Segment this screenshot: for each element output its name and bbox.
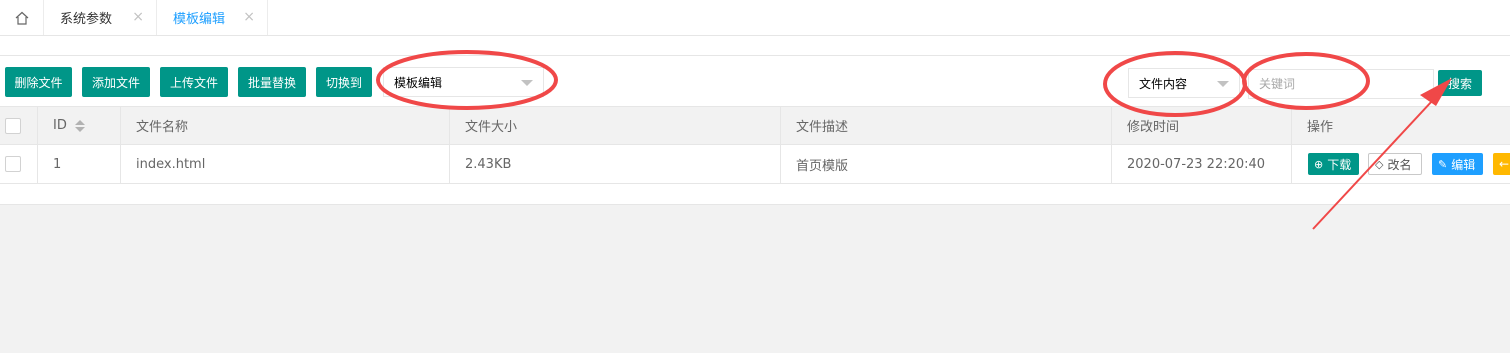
header-name: 文件名称	[121, 107, 450, 144]
cell-id: 1	[38, 145, 121, 183]
pencil-icon: ✎	[1438, 157, 1448, 171]
row-checkbox-cell	[0, 145, 38, 183]
header-actions: 操作	[1292, 107, 1510, 144]
cell-size: 2.43KB	[450, 145, 781, 183]
switch-target-select[interactable]: 模板编辑	[383, 67, 544, 97]
spacer	[0, 36, 1510, 55]
arrow-left-icon: ←	[1499, 157, 1510, 171]
header-label: 文件大小	[465, 120, 518, 135]
download-button[interactable]: ⊕ 下载	[1308, 153, 1359, 175]
delete-file-button[interactable]: 删除文件	[5, 67, 72, 97]
cell-mtime: 2020-07-23 22:20:40	[1112, 145, 1292, 183]
home-tab[interactable]	[0, 0, 44, 35]
button-label: 下载	[1327, 157, 1352, 172]
select-value: 文件内容	[1139, 76, 1188, 91]
header-mtime: 修改时间	[1112, 107, 1292, 144]
batch-replace-button[interactable]: 批量替换	[238, 67, 306, 97]
cell-desc: 首页模版	[781, 145, 1112, 183]
add-file-button[interactable]: 添加文件	[82, 67, 150, 97]
search-button[interactable]: 搜索	[1438, 70, 1482, 96]
cell-name: index.html	[121, 145, 450, 183]
header-label: 文件描述	[796, 120, 849, 135]
close-icon[interactable]: ×	[132, 9, 144, 25]
upload-file-button[interactable]: 上传文件	[160, 67, 228, 97]
keyword-input[interactable]	[1248, 69, 1434, 99]
home-icon	[15, 11, 28, 25]
close-icon[interactable]: ×	[243, 9, 255, 25]
button-label: 改名	[1387, 157, 1412, 172]
header-label: 修改时间	[1127, 120, 1180, 135]
chevron-down-icon	[521, 80, 533, 86]
header-desc: 文件描述	[781, 107, 1112, 144]
tab-system-params[interactable]: 系统参数 ×	[44, 0, 157, 35]
table-row: 1 index.html 2.43KB 首页模版 2020-07-23 22:2…	[0, 145, 1510, 184]
sort-icon[interactable]	[74, 119, 85, 132]
more-action-button[interactable]: ←	[1493, 153, 1510, 175]
header-label: 操作	[1307, 120, 1334, 135]
header-checkbox-cell	[0, 107, 38, 144]
select-value: 模板编辑	[394, 75, 443, 90]
header-size: 文件大小	[450, 107, 781, 144]
header-id[interactable]: ID	[38, 107, 121, 144]
switch-to-button[interactable]: 切换到	[316, 67, 372, 97]
tab-label: 模板编辑	[173, 12, 226, 27]
download-icon: ⊕	[1314, 157, 1324, 171]
tab-label: 系统参数	[60, 12, 113, 27]
row-checkbox[interactable]	[5, 156, 21, 172]
search-field-select[interactable]: 文件内容	[1128, 68, 1240, 98]
tab-template-edit[interactable]: 模板编辑 ×	[157, 0, 268, 35]
rename-button[interactable]: ◇ 改名	[1368, 153, 1422, 175]
edit-button[interactable]: ✎ 编辑	[1432, 153, 1483, 175]
toolbar: 删除文件 添加文件 上传文件 批量替换 切换到 模板编辑 文件内容 搜索	[0, 56, 1510, 106]
chevron-down-icon	[1217, 81, 1229, 87]
content-panel: 删除文件 添加文件 上传文件 批量替换 切换到 模板编辑 文件内容 搜索 ID …	[0, 55, 1510, 205]
header-label: 文件名称	[136, 120, 189, 135]
select-all-checkbox[interactable]	[5, 117, 21, 134]
tag-icon: ◇	[1375, 157, 1384, 171]
header-label: ID	[53, 118, 67, 133]
tab-bar: 系统参数 × 模板编辑 ×	[0, 0, 1510, 36]
button-label: 编辑	[1451, 157, 1476, 172]
table-header: ID 文件名称 文件大小 文件描述 修改时间 操作	[0, 106, 1510, 145]
